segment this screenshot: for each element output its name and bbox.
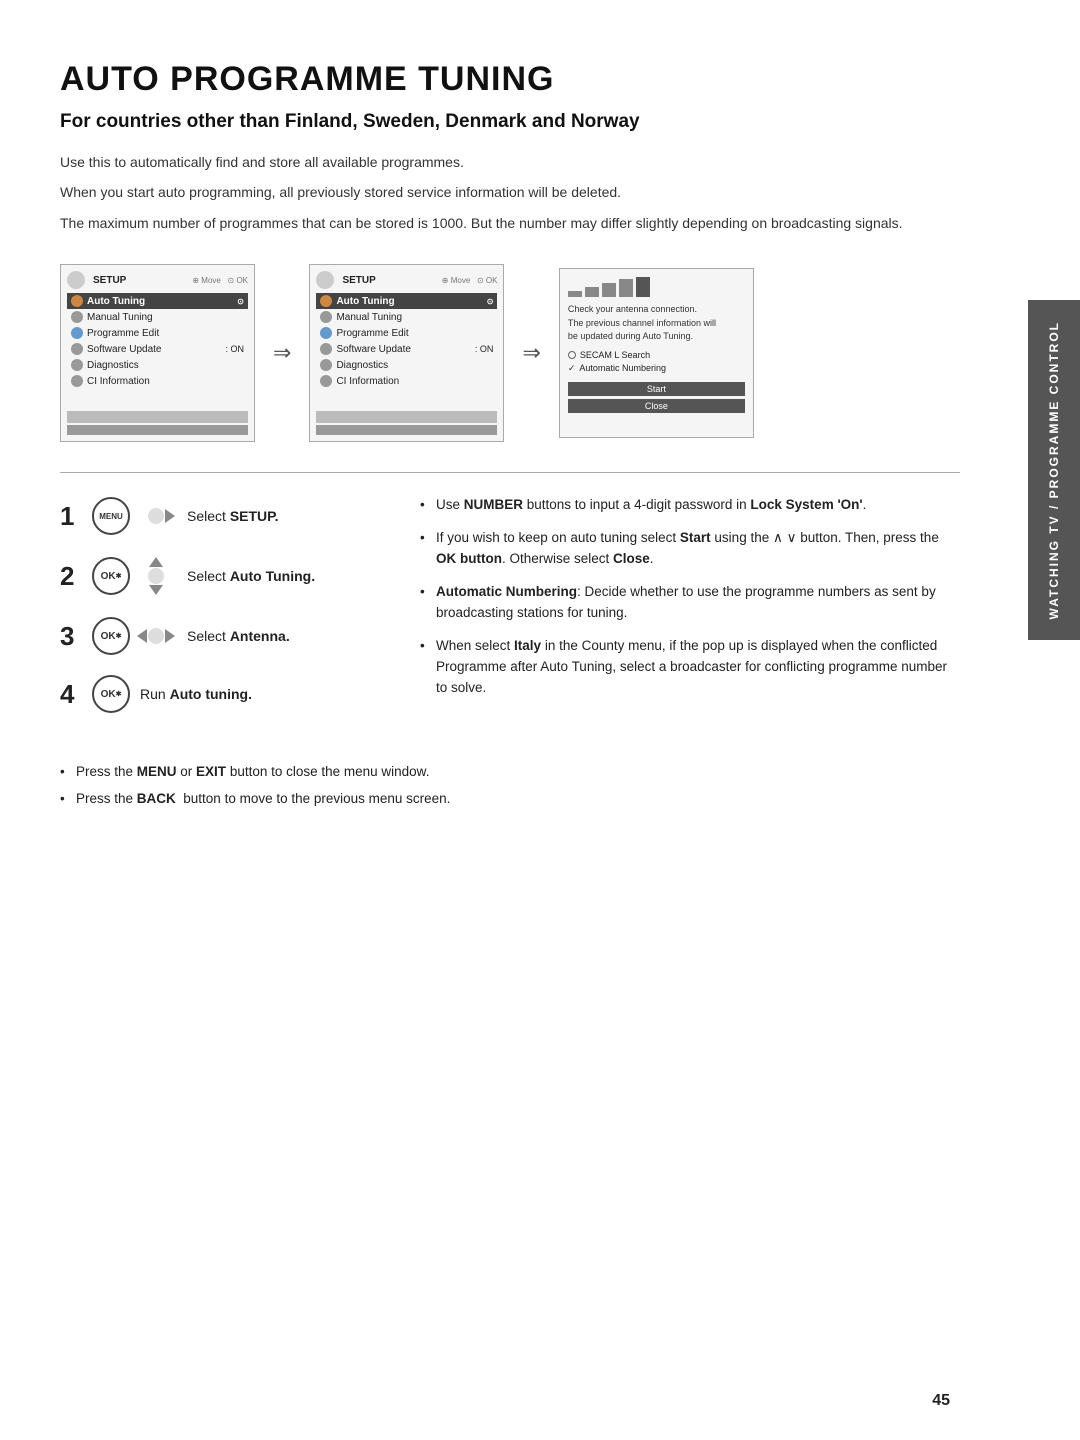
- screen1-item-autotuning: Auto Tuning ⊙: [67, 293, 248, 309]
- screen2-controls: ⊕ Move ⊙ OK: [442, 276, 498, 285]
- secam-option: SECAM L Search: [568, 350, 745, 360]
- menu-button[interactable]: MENU: [92, 497, 130, 535]
- close-button[interactable]: Close: [568, 399, 745, 413]
- screen1-item-progedit: Programme Edit: [67, 325, 248, 341]
- step-1-label: Select SETUP.: [187, 508, 279, 524]
- footer-note-2: Press the BACK button to move to the pre…: [60, 788, 960, 810]
- info-bullet-1: Use NUMBER buttons to input a 4-digit pa…: [420, 495, 960, 516]
- step-4-label: Run Auto tuning.: [140, 686, 252, 702]
- step-3-label: Select Antenna.: [187, 628, 290, 644]
- arrow-2: ⇒: [522, 340, 540, 366]
- screen2-item-softupdate: Software Update : ON: [316, 341, 497, 357]
- screen1-icon: [67, 271, 85, 289]
- screen1-controls: ⊕ Move ⊙ OK: [192, 276, 248, 285]
- dpad-right-1[interactable]: [135, 495, 177, 537]
- screen1-item-manualtuning: Manual Tuning: [67, 309, 248, 325]
- page-title: AUTO PROGRAMME TUNING: [60, 60, 960, 99]
- step-1-number: 1: [60, 501, 82, 532]
- screen1-icon-2: [71, 311, 83, 323]
- ok-button-4[interactable]: OK✱: [92, 675, 130, 713]
- antenna-bars: [568, 277, 745, 297]
- step-3-buttons: OK✱: [92, 615, 177, 657]
- bar-5: [636, 277, 650, 297]
- screen1-title: SETUP: [93, 275, 184, 286]
- screen2-icon-4: [320, 343, 332, 355]
- arrow-1: ⇒: [273, 340, 291, 366]
- step-2-buttons: OK✱: [92, 555, 177, 597]
- screen2-icon: [316, 271, 334, 289]
- section-divider: [60, 472, 960, 473]
- step-1-buttons: MENU: [92, 495, 177, 537]
- footer-notes: Press the MENU or EXIT button to close t…: [60, 761, 960, 809]
- info-column: Use NUMBER buttons to input a 4-digit pa…: [420, 495, 960, 710]
- side-tab: WATCHING TV / PROGRAMME CONTROL: [1028, 300, 1080, 640]
- bar-3: [602, 283, 616, 297]
- screen1-icon-1: [71, 295, 83, 307]
- screen2-icon-2: [320, 311, 332, 323]
- intro-line-1: Use this to automatically find and store…: [60, 151, 960, 173]
- steps-and-info: 1 MENU Select SETUP. 2 OK✱: [60, 495, 960, 731]
- step-3: 3 OK✱ Select Antenna.: [60, 615, 380, 657]
- page-subtitle: For countries other than Finland, Sweden…: [60, 111, 960, 133]
- screen2-icon-3: [320, 327, 332, 339]
- screen1-icon-5: [71, 359, 83, 371]
- step-4-buttons: OK✱: [92, 675, 130, 713]
- start-button[interactable]: Start: [568, 382, 745, 396]
- info-bullet-2: If you wish to keep on auto tuning selec…: [420, 528, 960, 570]
- autonumbering-option: ✓ Automatic Numbering: [568, 363, 745, 374]
- intro-paragraphs: Use this to automatically find and store…: [60, 151, 960, 234]
- screen-2: SETUP ⊕ Move ⊙ OK Auto Tuning ⊙ Manual T…: [309, 264, 504, 442]
- secam-radio: [568, 351, 576, 359]
- screen2-item-diagnostics: Diagnostics: [316, 357, 497, 373]
- screen2-item-progedit: Programme Edit: [316, 325, 497, 341]
- intro-line-3: The maximum number of programmes that ca…: [60, 212, 960, 234]
- screen1-item-ciinfo: CI Information: [67, 373, 248, 389]
- step-4-number: 4: [60, 679, 82, 710]
- intro-line-2: When you start auto programming, all pre…: [60, 181, 960, 203]
- side-tab-text: WATCHING TV / PROGRAMME CONTROL: [1047, 321, 1061, 619]
- screen2-title: SETUP: [342, 275, 433, 286]
- screen2-icon-5: [320, 359, 332, 371]
- step-3-number: 3: [60, 621, 82, 652]
- autonumbering-check: ✓: [568, 363, 576, 374]
- step-2-number: 2: [60, 561, 82, 592]
- bar-4: [619, 279, 633, 297]
- info-bullet-4: When select Italy in the County menu, if…: [420, 636, 960, 699]
- ok-button-3[interactable]: OK✱: [92, 617, 130, 655]
- screen2-icon-6: [320, 375, 332, 387]
- bar-1: [568, 291, 582, 297]
- step-2: 2 OK✱ Select Auto Tuning.: [60, 555, 380, 597]
- screen-3: Check your antenna connection.The previo…: [559, 268, 754, 438]
- step-2-label: Select Auto Tuning.: [187, 568, 315, 584]
- screen1-icon-6: [71, 375, 83, 387]
- screen1-item-diagnostics: Diagnostics: [67, 357, 248, 373]
- screen-diagrams: SETUP ⊕ Move ⊙ OK Auto Tuning ⊙ Manual T…: [60, 264, 960, 442]
- screen2-item-ciinfo: CI Information: [316, 373, 497, 389]
- ok-button-2[interactable]: OK✱: [92, 557, 130, 595]
- screen2-item-autotuning: Auto Tuning ⊙: [316, 293, 497, 309]
- page-number: 45: [932, 1392, 950, 1410]
- screen1-item-softupdate: Software Update : ON: [67, 341, 248, 357]
- footer-note-1: Press the MENU or EXIT button to close t…: [60, 761, 960, 783]
- step-1: 1 MENU Select SETUP.: [60, 495, 380, 537]
- screen1-icon-3: [71, 327, 83, 339]
- step-4: 4 OK✱ Run Auto tuning.: [60, 675, 380, 713]
- screen2-item-manualtuning: Manual Tuning: [316, 309, 497, 325]
- screen2-icon-1: [320, 295, 332, 307]
- dpad-updown-2[interactable]: [135, 555, 177, 597]
- main-content: AUTO PROGRAMME TUNING For countries othe…: [60, 60, 960, 1380]
- bar-2: [585, 287, 599, 297]
- screen1-icon-4: [71, 343, 83, 355]
- screen-1: SETUP ⊕ Move ⊙ OK Auto Tuning ⊙ Manual T…: [60, 264, 255, 442]
- dpad-leftright-3[interactable]: [135, 615, 177, 657]
- steps-column: 1 MENU Select SETUP. 2 OK✱: [60, 495, 380, 731]
- info-bullet-3: Automatic Numbering: Decide whether to u…: [420, 582, 960, 624]
- antenna-text: Check your antenna connection.The previo…: [568, 303, 745, 344]
